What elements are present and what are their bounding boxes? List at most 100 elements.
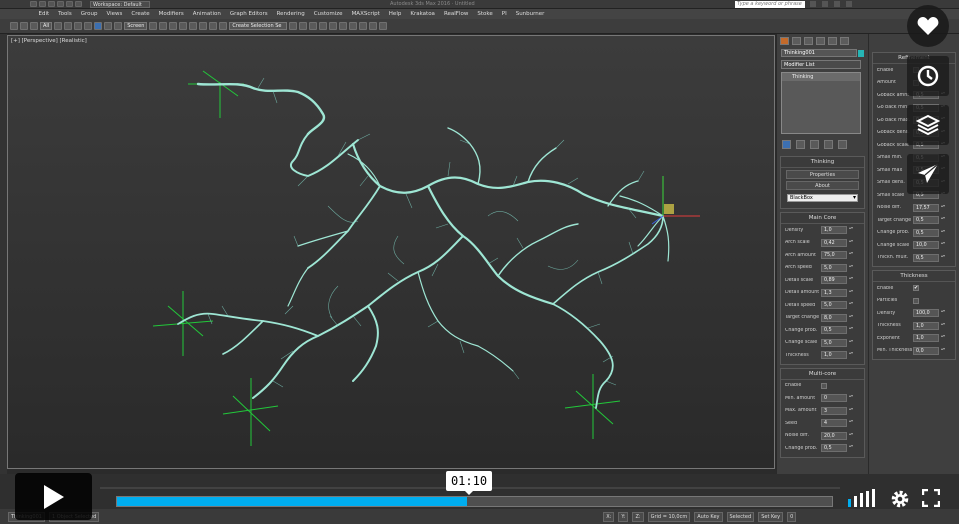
- create-tab-icon[interactable]: [780, 37, 789, 45]
- workspace-dropdown[interactable]: Workspace: Default: [90, 0, 150, 8]
- undo-icon[interactable]: [57, 1, 64, 7]
- param-spinner-field[interactable]: 5,0: [821, 263, 847, 272]
- light-helper-icon[interactable]: [152, 291, 214, 356]
- spinner-arrows-icon[interactable]: ▴▾: [941, 241, 945, 249]
- watch-later-button[interactable]: [907, 56, 949, 96]
- select-object-icon[interactable]: [54, 22, 63, 30]
- like-button[interactable]: [907, 5, 949, 47]
- menu-item[interactable]: Graph Editors: [225, 11, 272, 17]
- star-icon[interactable]: [834, 1, 840, 7]
- rollout-title[interactable]: Main Core: [781, 213, 864, 224]
- param-spinner-field[interactable]: 1,3: [821, 288, 847, 297]
- menu-item[interactable]: Help: [384, 11, 406, 17]
- unlink-icon[interactable]: [20, 22, 28, 30]
- menu-item[interactable]: Views: [102, 11, 127, 17]
- spinner-arrows-icon[interactable]: ▴▾: [941, 321, 945, 330]
- make-unique-icon[interactable]: [810, 140, 819, 149]
- render-icon[interactable]: [379, 22, 388, 30]
- param-spinner-field[interactable]: 20,0: [821, 431, 847, 440]
- pin-stack-icon[interactable]: [782, 140, 791, 149]
- spinner-arrows-icon[interactable]: ▴▾: [849, 338, 853, 347]
- display-tab-icon[interactable]: [828, 37, 837, 45]
- frame-field[interactable]: 0: [787, 511, 797, 522]
- info-icon[interactable]: [822, 1, 828, 7]
- perspective-viewport[interactable]: [+] [Perspective] [Realistic]: [7, 35, 775, 469]
- param-checkbox[interactable]: [913, 297, 919, 304]
- window-crossing-icon[interactable]: [84, 22, 93, 30]
- reference-coord-dropdown[interactable]: Screen: [124, 22, 148, 30]
- rect-select-icon[interactable]: [74, 22, 83, 30]
- selected-dropdown[interactable]: Selected: [726, 511, 755, 522]
- settings-gear-icon[interactable]: [890, 489, 910, 509]
- rollout-title[interactable]: Thickness: [873, 271, 955, 282]
- menu-item[interactable]: Krakatoa: [406, 11, 440, 17]
- param-spinner-field[interactable]: 0,5: [821, 444, 847, 453]
- graphite-icon[interactable]: [319, 22, 328, 30]
- param-spinner-field[interactable]: 1,0: [821, 351, 847, 360]
- param-spinner-field[interactable]: 0,0: [913, 346, 939, 355]
- about-button[interactable]: About: [786, 181, 859, 190]
- auto-key-button[interactable]: Auto Key: [694, 511, 723, 522]
- menu-item[interactable]: Animation: [188, 11, 225, 17]
- spinner-arrows-icon[interactable]: ▴▾: [849, 313, 853, 322]
- account-icon[interactable]: [846, 1, 852, 7]
- named-selection-set-dropdown[interactable]: Create Selection Se: [229, 22, 288, 30]
- param-spinner-field[interactable]: 0: [821, 394, 847, 403]
- configure-sets-icon[interactable]: [838, 140, 847, 149]
- scale-icon[interactable]: [114, 22, 123, 30]
- fullscreen-icon[interactable]: [922, 489, 940, 507]
- light-helper-icon[interactable]: [222, 378, 279, 446]
- spinner-arrows-icon[interactable]: ▴▾: [849, 251, 853, 259]
- spinner-arrows-icon[interactable]: ▴▾: [941, 309, 945, 317]
- spinner-arrows-icon[interactable]: ▴▾: [941, 253, 945, 262]
- material-editor-icon[interactable]: [349, 22, 358, 30]
- param-checkbox[interactable]: ✔: [913, 285, 919, 292]
- lightning-branches[interactable]: [177, 82, 670, 409]
- play-button[interactable]: [15, 473, 92, 520]
- search-input[interactable]: Type a keyword or phrase: [735, 1, 805, 8]
- param-spinner-field[interactable]: 0,5: [821, 326, 847, 335]
- properties-button[interactable]: Properties: [786, 170, 859, 179]
- menu-item[interactable]: Tools: [54, 11, 77, 17]
- spinner-arrows-icon[interactable]: ▴▾: [849, 276, 853, 284]
- curve-editor-icon[interactable]: [329, 22, 338, 30]
- transform-gizmo[interactable]: [651, 176, 700, 225]
- save-icon[interactable]: [48, 1, 55, 7]
- rollout-title[interactable]: Thinking: [781, 157, 864, 168]
- menu-item[interactable]: RealFlow: [439, 11, 472, 17]
- param-spinner-field[interactable]: 3: [821, 406, 847, 415]
- spinner-arrows-icon[interactable]: ▴▾: [849, 288, 853, 297]
- spinner-arrows-icon[interactable]: ▴▾: [941, 334, 945, 342]
- keyboard-shortcut-icon[interactable]: [169, 22, 178, 30]
- menu-item[interactable]: Create: [127, 11, 154, 17]
- param-spinner-field[interactable]: 10,0: [913, 241, 939, 250]
- spinner-arrows-icon[interactable]: ▴▾: [941, 203, 945, 212]
- utilities-tab-icon[interactable]: [840, 37, 849, 45]
- video-progress-bar[interactable]: [116, 496, 833, 507]
- mirror-icon[interactable]: [289, 22, 298, 30]
- param-spinner-field[interactable]: 1,0: [913, 334, 939, 343]
- menu-item[interactable]: Rendering: [272, 11, 309, 17]
- spinner-arrows-icon[interactable]: ▴▾: [849, 431, 853, 440]
- light-helper-icon[interactable]: [564, 374, 621, 439]
- show-end-result-icon[interactable]: [796, 140, 805, 149]
- menu-item[interactable]: Group: [76, 11, 102, 17]
- light-helper-icon[interactable]: [188, 70, 244, 118]
- rotate-icon[interactable]: [104, 22, 113, 30]
- schematic-view-icon[interactable]: [339, 22, 348, 30]
- param-spinner-field[interactable]: 1,0: [913, 321, 939, 330]
- param-spinner-field[interactable]: 75,0: [821, 251, 847, 260]
- spinner-arrows-icon[interactable]: ▴▾: [849, 351, 853, 359]
- remove-modifier-icon[interactable]: [824, 140, 833, 149]
- menu-item[interactable]: MAXScript: [347, 11, 384, 17]
- object-name-field[interactable]: Thinking001: [781, 49, 864, 57]
- search-icon[interactable]: [810, 1, 816, 7]
- spinner-arrows-icon[interactable]: ▴▾: [941, 228, 945, 237]
- param-spinner-field[interactable]: 0,5: [913, 253, 939, 262]
- menu-item[interactable]: Sunburner: [511, 11, 549, 17]
- menu-item[interactable]: Modifiers: [154, 11, 188, 17]
- angle-snap-icon[interactable]: [189, 22, 198, 30]
- spinner-arrows-icon[interactable]: ▴▾: [849, 444, 853, 452]
- menu-item[interactable]: PI: [497, 11, 511, 17]
- spinner-arrows-icon[interactable]: ▴▾: [849, 301, 853, 309]
